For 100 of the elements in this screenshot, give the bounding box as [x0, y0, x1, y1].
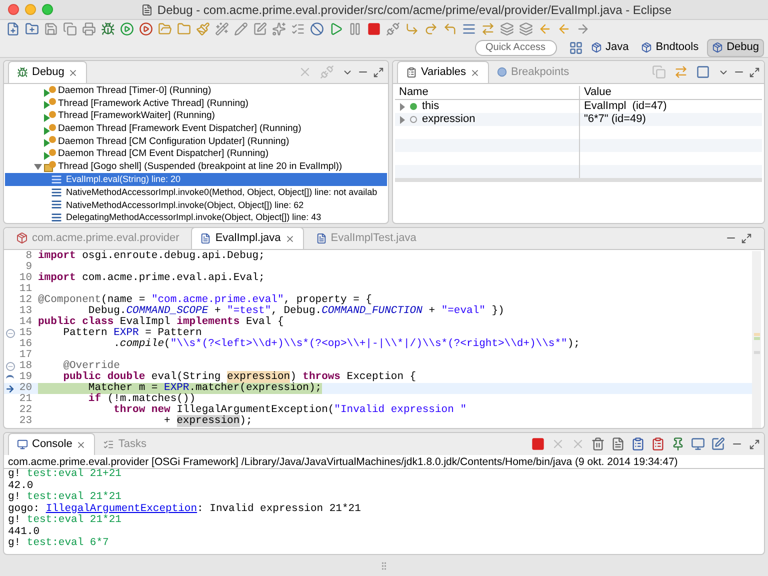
- line-number: 21: [18, 392, 32, 405]
- thread-label[interactable]: Daemon Thread [CM Event Dispatcher] (Running): [58, 148, 269, 160]
- project-icon: [16, 232, 28, 244]
- open-perspective-icon[interactable]: [568, 40, 583, 54]
- close-icon[interactable]: [470, 68, 480, 78]
- stack-frame-row[interactable]: DelegatingMethodAccessorImpl.invoke(Object, Object[]) line: 43: [5, 210, 387, 224]
- perspective-icon: [712, 42, 723, 53]
- variable-name: expression: [422, 113, 476, 126]
- thread-label[interactable]: Daemon Thread [CM Configuration Updater] (Running): [58, 136, 290, 148]
- console-icon: [17, 439, 28, 450]
- column-header[interactable]: Name: [395, 86, 580, 99]
- line-number: 23: [18, 414, 32, 428]
- code-line: .compile("\\s*(?<left>\\d+)\\s*(?<op>\\+|-|\\*|/)\\s*(?<right>\\d+)\\s*");: [112, 339, 580, 350]
- quick-access-field[interactable]: Quick Access: [474, 40, 557, 56]
- java-file-icon: [200, 233, 212, 244]
- console-line: g! test:eval 21+21: [8, 469, 122, 480]
- exception-link[interactable]: IllegalArgumentException: [46, 502, 198, 514]
- perspective-button[interactable]: Java: [586, 38, 633, 56]
- close-icon[interactable]: [76, 440, 86, 450]
- code-line: @Component(name = "com.acme.prime.eval", property = {: [38, 295, 372, 306]
- window-title: Debug - com.acme.prime.eval.provider/src/com/acme/prime/eval/provider/EvalImpl.java - Eclipse: [157, 2, 672, 18]
- maximize-icon[interactable]: [373, 66, 384, 78]
- breakpoints-icon: [497, 67, 508, 77]
- maximize-icon[interactable]: [741, 232, 752, 244]
- line-number: 9: [24, 260, 32, 273]
- clear-console-icon[interactable]: [591, 437, 605, 451]
- stack-frame-row[interactable]: NativeMethodAccessorImpl.invoke(Object, Object[]) line: 62: [5, 198, 387, 211]
- perspective-button[interactable]: Bndtools: [636, 38, 703, 56]
- fold-icon[interactable]: [6, 329, 14, 338]
- resume-icon[interactable]: [329, 22, 343, 36]
- line-number: 11: [18, 282, 32, 295]
- stack-frame-icon: [51, 212, 62, 223]
- view-tab[interactable]: EvalImpl.java: [191, 227, 304, 249]
- java-file-icon: [316, 232, 327, 244]
- thread-label[interactable]: Daemon Thread [Framework Event Dispatcher] (Running): [58, 123, 302, 136]
- view-tab[interactable]: Debug: [8, 61, 88, 83]
- console-header: com.acme.prime.eval.provider [OSGi Framework] /Library/Java/JavaVirtualMachines/jdk1.8.0.jdk/Contents/Home/bin/java (9 okt. 2014 19:34:47): [4, 455, 764, 469]
- line-number: 20: [18, 380, 32, 394]
- minimize-window-icon[interactable]: [25, 4, 36, 15]
- close-icon[interactable]: [68, 68, 78, 78]
- thread-label[interactable]: Thread [Framework Active Thread] (Running): [58, 98, 248, 110]
- pin-console-icon[interactable]: [671, 437, 685, 451]
- stack-frame-icon: [51, 199, 62, 210]
- line-number: 10: [18, 270, 32, 284]
- terminate-icon[interactable]: [531, 437, 545, 451]
- view-tab[interactable]: Console: [8, 433, 96, 455]
- console-line: g! test:eval 21*21: [8, 515, 122, 526]
- perspective-icon: [640, 42, 652, 53]
- line-number: 17: [18, 348, 32, 361]
- console-line: 441.0: [8, 526, 40, 538]
- code-line: if (!m.matches()): [87, 394, 196, 405]
- close-icon[interactable]: [284, 234, 295, 244]
- zoom-window-icon[interactable]: [42, 4, 53, 15]
- java-file-icon: [141, 4, 154, 16]
- line-number: 13: [18, 304, 32, 317]
- stack-frame-icon: [51, 186, 62, 198]
- brush-icon[interactable]: [196, 22, 210, 36]
- column-header[interactable]: Value: [580, 86, 762, 99]
- line-number: 15: [18, 326, 32, 339]
- line-number: 8: [24, 250, 32, 262]
- stack-frame-row[interactable]: EvalImpl.eval(String) line: 20: [5, 173, 387, 186]
- view-tab[interactable]: Variables: [397, 61, 490, 83]
- thread-label[interactable]: Thread [FrameworkWaiter] (Running): [58, 110, 215, 122]
- code-line: public class EvalImpl implements Eval {: [38, 317, 284, 328]
- folder-icon[interactable]: [177, 22, 191, 36]
- code-line: throw new IllegalArgumentException("Invalid expression ": [112, 405, 466, 416]
- maximize-icon[interactable]: [749, 438, 760, 450]
- new-project-icon[interactable]: [25, 22, 39, 36]
- open-folder-icon[interactable]: [158, 22, 172, 36]
- variable-name: this: [422, 100, 440, 113]
- thread-label[interactable]: Thread [Gogo shell] (Suspended (breakpoint at line 20 in EvalImpl)): [58, 160, 342, 173]
- back-icon[interactable]: [538, 22, 552, 36]
- perspective-icon: [590, 42, 602, 53]
- variables-icon: [406, 67, 417, 78]
- close-window-icon[interactable]: [8, 4, 19, 15]
- collapsed-arrow-icon[interactable]: [400, 116, 405, 124]
- code-line: public double eval(String expression) throws Exception {: [62, 372, 416, 383]
- line-number: 22: [18, 402, 32, 416]
- new-file-icon[interactable]: [6, 22, 20, 36]
- line-number: 16: [18, 336, 32, 350]
- console-line: g! test:eval 21*21: [8, 492, 122, 503]
- perspective-button[interactable]: Debug: [706, 38, 764, 56]
- line-number: 18: [18, 358, 32, 372]
- stop-icon[interactable]: [367, 22, 381, 36]
- stack-frame-icon: [51, 174, 62, 185]
- console-line: g! test:eval 6*7: [8, 538, 110, 550]
- code-line: Pattern EXPR = Pattern: [62, 328, 202, 339]
- drag-handle-icon[interactable]: [379, 560, 389, 572]
- code-line: + expression);: [163, 416, 252, 427]
- code-line: import osgi.enroute.debug.api.Debug;: [38, 251, 265, 262]
- run-icon[interactable]: [120, 22, 134, 36]
- bug-icon: [17, 67, 28, 78]
- variable-value: "6*7" (id=49): [583, 113, 647, 126]
- tasks-icon: [103, 438, 114, 450]
- line-number: 12: [18, 292, 32, 306]
- bug-icon[interactable]: [101, 22, 115, 36]
- maximize-icon[interactable]: [749, 66, 760, 78]
- fold-icon[interactable]: [6, 362, 14, 371]
- stack-frame-row[interactable]: NativeMethodAccessorImpl.invoke0(Method, Object, Object[]) line: not availab: [5, 186, 387, 198]
- thread-label[interactable]: Daemon Thread [Timer-0] (Running): [58, 85, 212, 98]
